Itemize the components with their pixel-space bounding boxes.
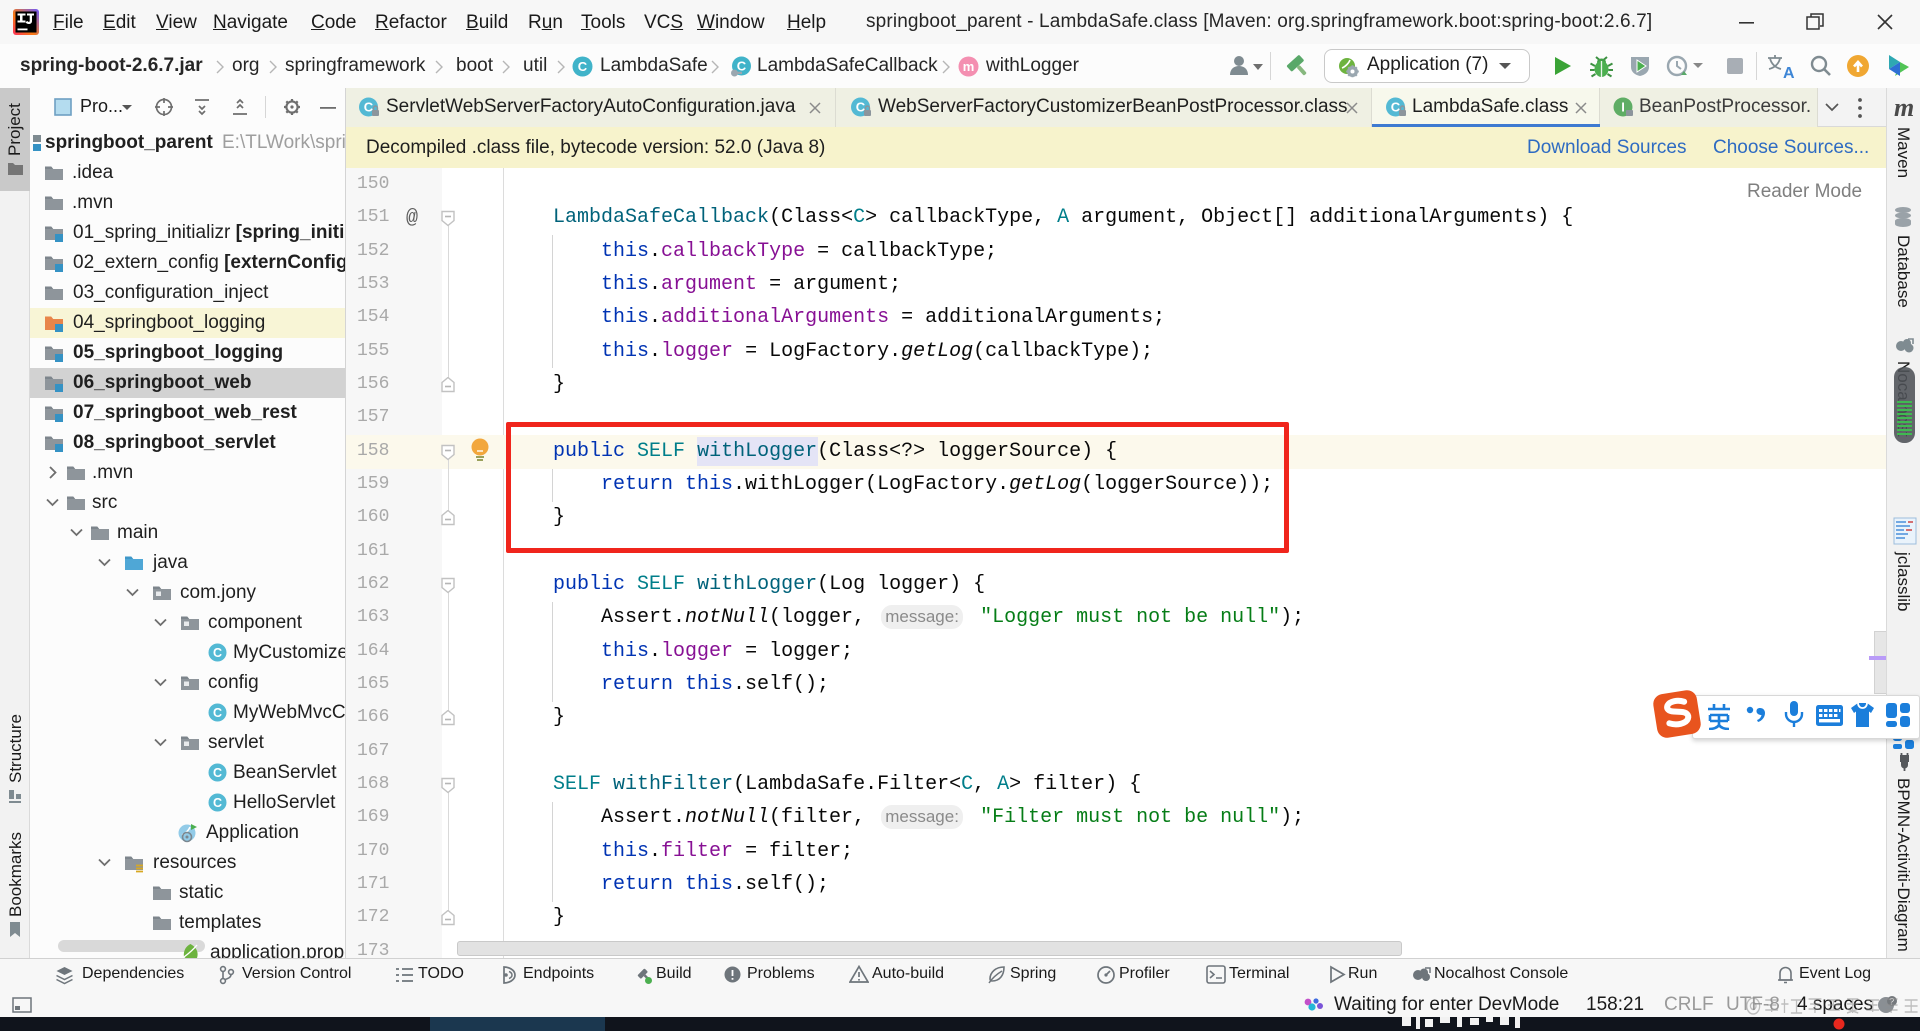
svg-text:I: I: [1621, 100, 1625, 115]
svg-text:A: A: [1783, 65, 1795, 80]
